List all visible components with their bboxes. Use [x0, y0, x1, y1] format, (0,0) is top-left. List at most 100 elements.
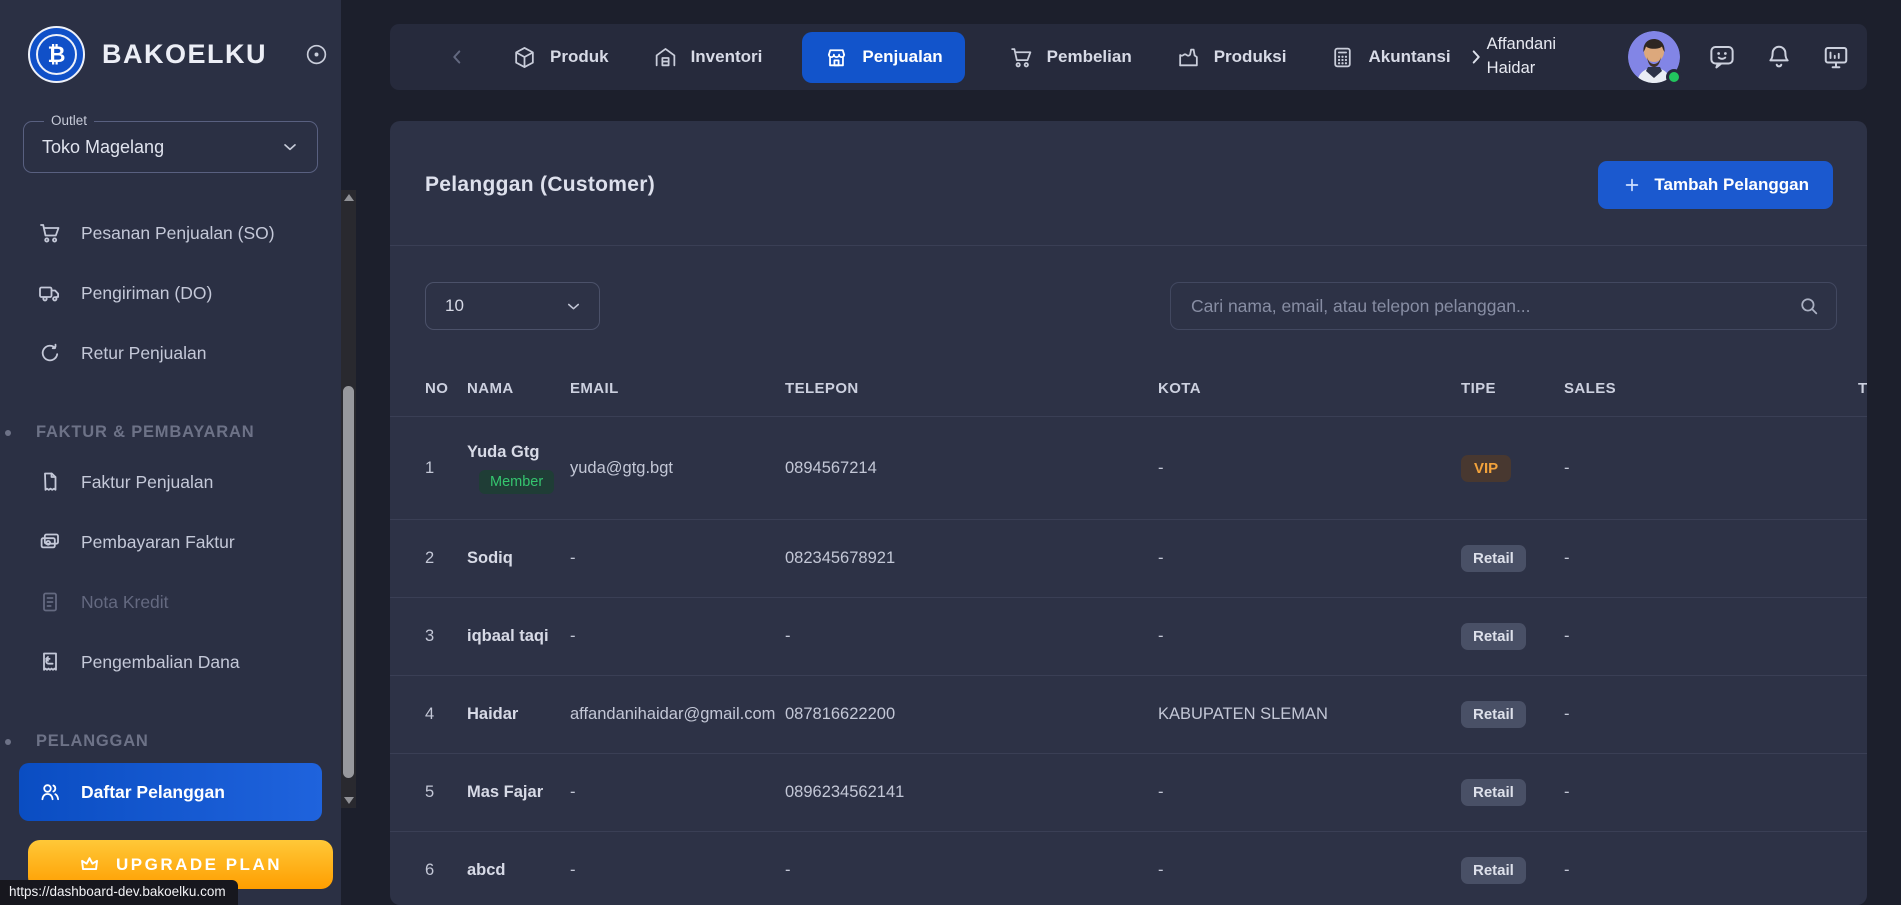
cell-email: -	[570, 754, 785, 832]
store-icon	[824, 45, 849, 70]
table-row[interactable]: 6abcd---Retail-	[390, 832, 1867, 905]
column-header-nama: NAMA	[467, 330, 570, 417]
scroll-up-arrow[interactable]	[344, 194, 354, 201]
sidebar-item-pengembalian-dana[interactable]: Pengembalian Dana	[0, 632, 341, 692]
add-customer-button[interactable]: Tambah Pelanggan	[1598, 161, 1833, 209]
table-row[interactable]: 2Sodiq-082345678921-Retail-	[390, 520, 1867, 598]
tipe-badge: Retail	[1461, 545, 1526, 572]
user-name: Affandani Haidar	[1487, 33, 1601, 81]
column-header-kota: KOTA	[1158, 330, 1461, 417]
tab-label: Produk	[550, 47, 609, 67]
column-header-tipe: TIPE	[1461, 330, 1564, 417]
sidebar-item-pesanan-penjualan-so[interactable]: Pesanan Penjualan (SO)	[0, 203, 341, 263]
sidebar-section-label: PELANGGAN	[0, 722, 341, 761]
page-size-value: 10	[445, 296, 464, 316]
column-header-telepon: TELEPON	[785, 330, 1158, 417]
table-row[interactable]: 5Mas Fajar-0896234562141-Retail-	[390, 754, 1867, 832]
outlet-label: Outlet	[44, 113, 94, 128]
cell-kota: KABUPATEN SLEMAN	[1158, 676, 1461, 754]
tab-inventori[interactable]: Inventori	[653, 45, 763, 70]
plus-icon	[1622, 175, 1642, 195]
cell-truncated	[1858, 598, 1867, 676]
pos-display-icon[interactable]	[1821, 42, 1851, 72]
sidebar-item-pengiriman-do[interactable]: Pengiriman (DO)	[0, 263, 341, 323]
customer-name: Haidar	[467, 704, 562, 725]
cell-nama: Mas Fajar	[467, 754, 570, 832]
cell-sales: -	[1564, 417, 1858, 520]
credit-note-icon	[38, 590, 62, 614]
chat-icon[interactable]	[1707, 42, 1737, 72]
sidebar-toggle-icon[interactable]	[304, 42, 329, 67]
customer-name: Mas Fajar	[467, 782, 562, 803]
nav-scroll-left-icon[interactable]	[446, 46, 468, 68]
page-size-select[interactable]: 10	[425, 282, 600, 330]
cell-nama: Sodiq	[467, 520, 570, 598]
cell-kota: -	[1158, 832, 1461, 905]
content-card: Pelanggan (Customer) Tambah Pelanggan 10…	[390, 121, 1867, 905]
search-input[interactable]	[1191, 296, 1798, 317]
sidebar-item-pembayaran-faktur[interactable]: Pembayaran Faktur	[0, 512, 341, 572]
cell-tipe: Retail	[1461, 676, 1564, 754]
sidebar-menu: Pesanan Penjualan (SO) Pengiriman (DO) Ret…	[0, 203, 341, 821]
tab-pembelian[interactable]: Pembelian	[1009, 45, 1132, 70]
tab-label: Produksi	[1214, 47, 1287, 67]
tipe-badge: Retail	[1461, 857, 1526, 884]
sidebar-item-faktur-penjualan[interactable]: Faktur Penjualan	[0, 452, 341, 512]
cell-no: 4	[390, 676, 467, 754]
cell-sales: -	[1564, 676, 1858, 754]
sidebar-item-label: Retur Penjualan	[81, 343, 207, 364]
scroll-down-arrow[interactable]	[344, 797, 354, 804]
cell-tipe: VIP	[1461, 417, 1564, 520]
add-customer-label: Tambah Pelanggan	[1654, 175, 1809, 195]
card-header: Pelanggan (Customer) Tambah Pelanggan	[390, 121, 1867, 245]
crown-icon	[79, 853, 102, 876]
tab-akuntansi[interactable]: Akuntansi	[1330, 45, 1450, 70]
column-header-sales: SALES	[1564, 330, 1858, 417]
cell-sales: -	[1564, 598, 1858, 676]
cell-telepon: 0894567214	[785, 417, 1158, 520]
table-controls: 10	[425, 282, 1837, 330]
cell-no: 2	[390, 520, 467, 598]
chevron-down-icon	[564, 297, 583, 316]
invoice-icon	[38, 470, 62, 494]
sidebar-item-label: Nota Kredit	[81, 592, 169, 613]
cell-email: yuda@gtg.bgt	[570, 417, 785, 520]
return-icon	[38, 341, 62, 365]
table-row[interactable]: 3iqbaal taqi---Retail-	[390, 598, 1867, 676]
search-icon[interactable]	[1798, 295, 1820, 317]
refund-icon	[38, 650, 62, 674]
tab-produksi[interactable]: Produksi	[1176, 45, 1287, 70]
tipe-badge: Retail	[1461, 701, 1526, 728]
table-row[interactable]: 4Haidaraffandanihaidar@gmail.com08781662…	[390, 676, 1867, 754]
nav-scroll-right-icon[interactable]	[1465, 46, 1487, 68]
tab-label: Pembelian	[1047, 47, 1132, 67]
outlet-select[interactable]: Outlet Toko Magelang	[23, 121, 318, 173]
search-box	[1170, 282, 1837, 330]
sidebar-item-label: Pengiriman (DO)	[81, 283, 212, 304]
cart-icon	[1009, 45, 1034, 70]
cell-kota: -	[1158, 598, 1461, 676]
user-avatar[interactable]	[1628, 31, 1680, 83]
cell-nama: abcd	[467, 832, 570, 905]
tab-label: Penjualan	[862, 47, 942, 67]
cell-sales: -	[1564, 832, 1858, 905]
bitcoin-icon: ₿	[36, 34, 77, 75]
sidebar-item-label: Faktur Penjualan	[81, 472, 213, 493]
customer-name: abcd	[467, 860, 562, 881]
tab-penjualan[interactable]: Penjualan	[802, 32, 964, 83]
sidebar-item-label: Daftar Pelanggan	[81, 782, 225, 803]
notification-bell-icon[interactable]	[1764, 42, 1794, 72]
sidebar-section-label: FAKTUR & PEMBAYARAN	[0, 413, 341, 452]
sidebar-item-retur-penjualan[interactable]: Retur Penjualan	[0, 323, 341, 383]
payment-icon	[38, 530, 62, 554]
scrollbar-thumb[interactable]	[343, 386, 354, 778]
sidebar-item-label: Pesanan Penjualan (SO)	[81, 223, 275, 244]
sidebar-item-nota-kredit[interactable]: Nota Kredit	[0, 572, 341, 632]
sidebar-scrollbar[interactable]	[341, 190, 356, 808]
sidebar-item-daftar-pelanggan[interactable]: Daftar Pelanggan	[19, 763, 322, 821]
table-row[interactable]: 1Yuda GtgMemberyuda@gtg.bgt0894567214-VI…	[390, 417, 1867, 520]
customer-name: Sodiq	[467, 548, 562, 569]
customer-name: Yuda Gtg	[467, 442, 562, 463]
tab-produk[interactable]: Produk	[512, 45, 609, 70]
cell-telepon: 087816622200	[785, 676, 1158, 754]
